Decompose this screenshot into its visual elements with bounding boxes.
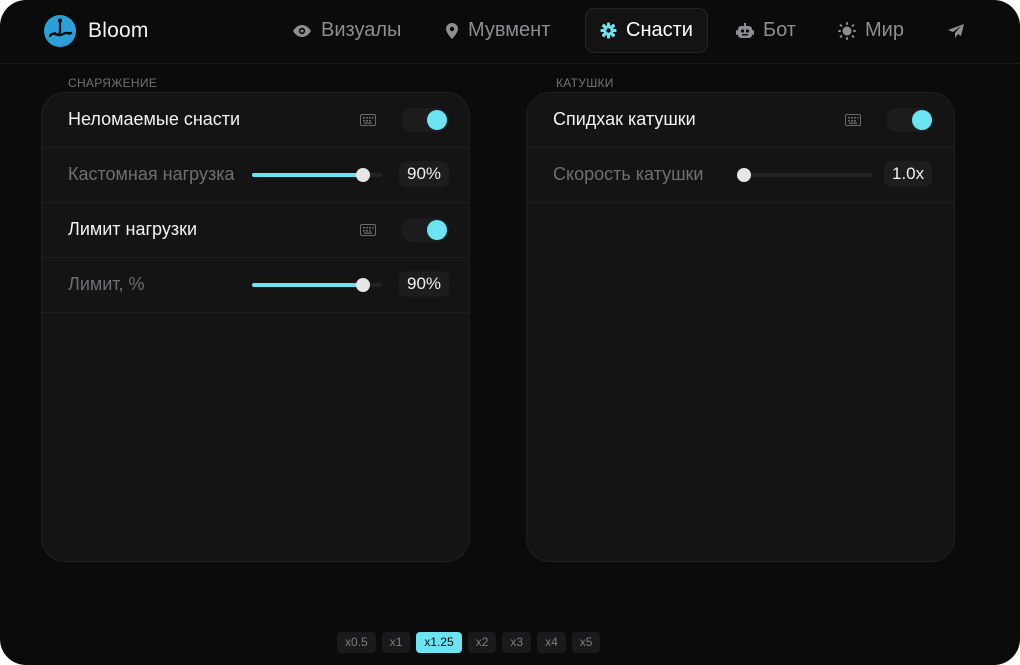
speed-option-button[interactable]: x4 <box>537 632 566 653</box>
slider-thumb[interactable] <box>356 168 371 182</box>
speed-option-button[interactable]: x0.5 <box>337 632 376 653</box>
app-window: Bloom Визуалы Мувмент Снасти Бот Мир СНА… <box>0 0 1020 665</box>
speed-option-button[interactable]: x3 <box>502 632 532 653</box>
send-icon <box>948 23 964 38</box>
toggle-knob <box>427 110 447 130</box>
gear-icon <box>600 22 617 39</box>
tab-telegram[interactable] <box>947 8 965 53</box>
tab-visuals[interactable]: Визуалы <box>292 8 401 53</box>
limit-percent-label: Лимит, % <box>68 274 145 294</box>
slider-fill <box>252 283 364 287</box>
slider-thumb[interactable] <box>356 278 371 292</box>
toggle-knob <box>427 220 447 240</box>
slider-thumb[interactable] <box>737 168 751 182</box>
tab-label: Мир <box>865 19 904 41</box>
tab-bot[interactable]: Бот <box>736 8 796 53</box>
section-title-reels: КАТУШКИ <box>556 76 614 90</box>
unbreakable-label: Неломаемые снасти <box>68 109 241 129</box>
custom-load-value: 90% <box>399 161 450 187</box>
speed-option-button[interactable]: x5 <box>571 632 601 653</box>
limit-percent-slider[interactable] <box>252 278 382 292</box>
section-title-gear: СНАРЯЖЕНИЕ <box>68 76 158 90</box>
speedhack-row: Спидхак катушки <box>527 93 954 148</box>
sun-icon <box>838 21 856 40</box>
speedhack-label: Спидхак катушки <box>553 109 696 129</box>
robot-icon <box>736 22 754 38</box>
speed-option-button[interactable]: x2 <box>467 632 497 653</box>
custom-load-label: Кастомная нагрузка <box>68 164 235 184</box>
limit-percent-value: 90% <box>399 271 450 297</box>
brand-name: Bloom <box>88 19 149 42</box>
top-nav: Bloom Визуалы Мувмент Снасти Бот Мир <box>0 0 1020 64</box>
tab-label: Снасти <box>626 19 693 41</box>
custom-load-row: Кастомная нагрузка 90% <box>42 148 469 203</box>
load-limit-row: Лимит нагрузки <box>42 203 469 258</box>
reels-panel: Спидхак катушки Скорость катушки 1.0x <box>526 92 955 562</box>
toggle-knob <box>912 110 932 130</box>
speed-option-button[interactable]: x1.25 <box>416 632 462 653</box>
load-limit-label: Лимит нагрузки <box>68 219 198 239</box>
load-limit-toggle[interactable] <box>401 218 449 242</box>
speed-multiplier-bar: x0.5 x1 x1.25 x2 x3 x4 x5 <box>337 632 601 653</box>
unbreakable-row: Неломаемые снасти <box>42 93 469 148</box>
bloom-logo-icon <box>44 15 76 47</box>
custom-load-slider[interactable] <box>252 168 382 182</box>
keyboard-icon[interactable] <box>360 114 376 126</box>
speedhack-toggle[interactable] <box>886 108 934 132</box>
tab-movement[interactable]: Мувмент <box>445 8 550 53</box>
reel-speed-slider[interactable] <box>737 168 873 182</box>
limit-percent-row: Лимит, % 90% <box>42 258 469 313</box>
tab-label: Бот <box>763 19 796 41</box>
map-pin-icon <box>446 22 458 39</box>
tab-world[interactable]: Мир <box>838 8 904 53</box>
keyboard-icon[interactable] <box>360 224 376 236</box>
tab-tackle[interactable]: Снасти <box>585 8 708 53</box>
slider-fill <box>252 173 364 177</box>
brand: Bloom <box>43 13 149 49</box>
reel-speed-label: Скорость катушки <box>553 164 704 184</box>
tab-label: Мувмент <box>468 19 551 41</box>
gear-panel: Неломаемые снасти Кастомная нагрузка 90%… <box>41 92 470 562</box>
keyboard-icon[interactable] <box>845 114 861 126</box>
reel-speed-value: 1.0x <box>884 161 933 187</box>
tab-label: Визуалы <box>321 19 402 41</box>
eye-icon <box>293 24 311 37</box>
reel-speed-row: Скорость катушки 1.0x <box>527 148 954 203</box>
speed-option-button[interactable]: x1 <box>381 632 411 653</box>
unbreakable-toggle[interactable] <box>401 108 449 132</box>
